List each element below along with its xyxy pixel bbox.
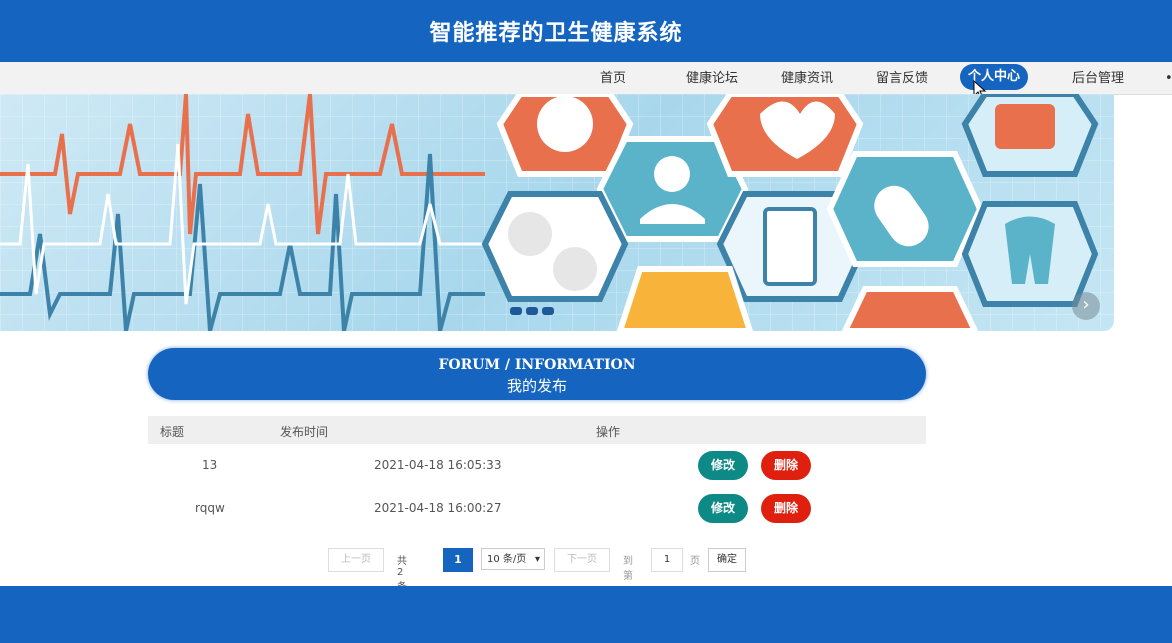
medical-banner-image bbox=[0, 94, 1114, 331]
carousel-next-button[interactable]: › bbox=[1072, 292, 1100, 320]
footer-bar bbox=[0, 586, 1172, 643]
edit-button[interactable]: 修改 bbox=[698, 494, 748, 523]
prev-page-button[interactable]: 上一页 bbox=[328, 548, 384, 572]
nav-item-forum[interactable]: 健康论坛 bbox=[686, 67, 738, 91]
chevron-down-icon: ▾ bbox=[534, 554, 540, 565]
nav-bar: 首页 健康论坛 健康资讯 留言反馈 个人中心 后台管理 • bbox=[0, 62, 1172, 95]
carousel-indicators bbox=[510, 307, 554, 315]
goto-page-input[interactable]: 1 bbox=[651, 548, 683, 572]
row-time: 2021-04-18 16:00:27 bbox=[374, 501, 502, 515]
header-bar: 智能推荐的卫生健康系统 bbox=[0, 0, 1172, 62]
table-row: rqqw 2021-04-18 16:00:27 修改 删除 bbox=[148, 487, 926, 530]
row-title: 13 bbox=[202, 458, 218, 472]
section-title-banner: FORUM / INFORMATION 我的发布 bbox=[148, 348, 926, 400]
delete-button[interactable]: 删除 bbox=[761, 494, 811, 523]
goto-label: 到第 bbox=[623, 556, 633, 582]
nav-item-admin[interactable]: 后台管理 bbox=[1072, 67, 1124, 91]
section-title-cn: 我的发布 bbox=[506, 377, 567, 395]
delete-button[interactable]: 删除 bbox=[761, 451, 811, 480]
column-header-time: 发布时间 bbox=[280, 425, 329, 439]
next-page-button[interactable]: 下一页 bbox=[554, 548, 610, 572]
page-size-select[interactable]: 10 条/页 ▾ bbox=[481, 548, 545, 570]
table-header: 标题 发布时间 操作 bbox=[148, 416, 926, 444]
goto-confirm-button[interactable]: 确定 bbox=[708, 548, 746, 572]
nav-item-news[interactable]: 健康资讯 bbox=[781, 67, 833, 91]
carousel-dot[interactable] bbox=[526, 307, 538, 315]
page-unit-label: 页 bbox=[690, 556, 700, 567]
column-header-title: 标题 bbox=[160, 425, 185, 439]
row-time: 2021-04-18 16:05:33 bbox=[374, 458, 502, 472]
edit-button[interactable]: 修改 bbox=[698, 451, 748, 480]
nav-item-home[interactable]: 首页 bbox=[600, 67, 626, 91]
posts-table: 标题 发布时间 操作 13 2021-04-18 16:05:33 修改 删除 … bbox=[148, 416, 926, 530]
table-row: 13 2021-04-18 16:05:33 修改 删除 bbox=[148, 444, 926, 487]
carousel-dot[interactable] bbox=[510, 307, 522, 315]
nav-item-feedback[interactable]: 留言反馈 bbox=[876, 67, 928, 91]
row-title: rqqw bbox=[195, 501, 225, 515]
carousel-dot[interactable] bbox=[542, 307, 554, 315]
site-title: 智能推荐的卫生健康系统 bbox=[429, 21, 683, 46]
banner-carousel[interactable]: › bbox=[0, 94, 1114, 331]
section-title-en: FORUM / INFORMATION bbox=[438, 357, 636, 373]
nav-item-personal-center[interactable]: 个人中心 bbox=[960, 64, 1029, 90]
page-size-value: 10 条/页 bbox=[487, 554, 527, 565]
nav-overflow-mark: • bbox=[1165, 71, 1172, 86]
column-header-actions: 操作 bbox=[596, 425, 621, 439]
current-page-button[interactable]: 1 bbox=[443, 548, 473, 572]
